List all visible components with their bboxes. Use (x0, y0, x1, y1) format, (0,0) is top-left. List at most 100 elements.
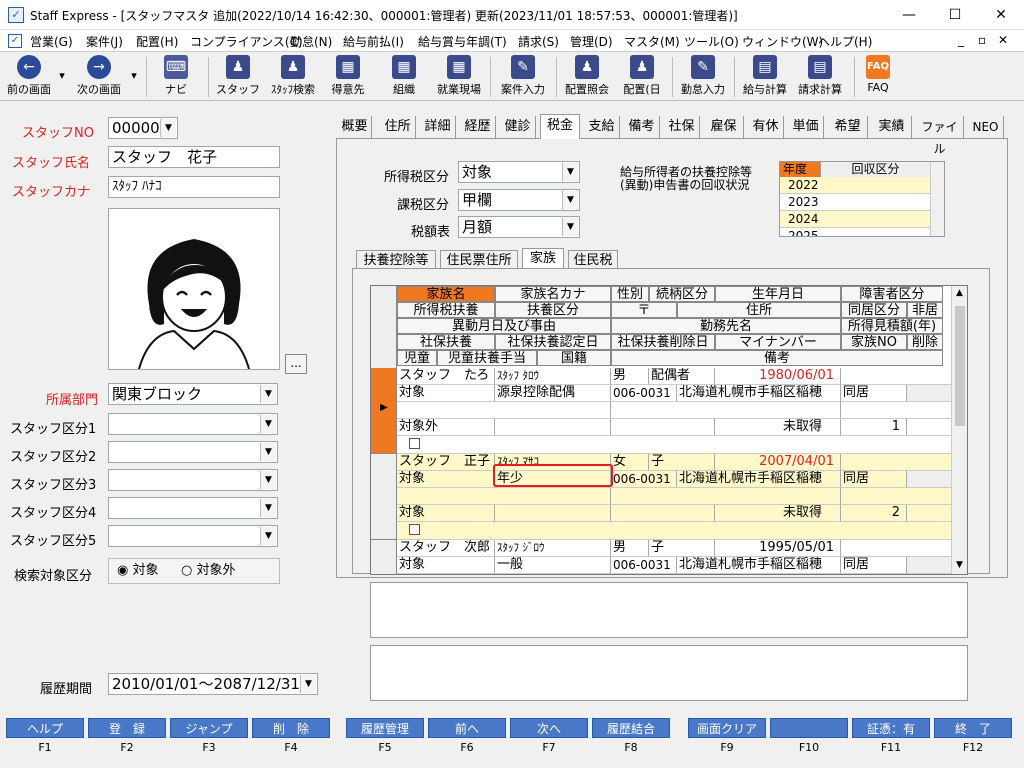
photo-browse-button[interactable]: ... (285, 354, 307, 374)
menu-sales[interactable]: 営業(G) (30, 33, 73, 50)
tab-overview[interactable]: 概要 (338, 116, 372, 138)
next-dropdown[interactable]: ▾ (128, 69, 140, 113)
family-record-1[interactable]: スタッフ たろ ｽﾀｯﾌ ﾀﾛｳ 男 配偶者 1980/06/01 対象 源泉控… (397, 368, 967, 454)
child-checkbox[interactable] (409, 438, 420, 449)
f5-history-button[interactable]: 履歴管理 (346, 718, 424, 738)
tab-career[interactable]: 経歴 (460, 116, 496, 138)
f8-merge-history-button[interactable]: 履歴結合 (592, 718, 670, 738)
faq-button[interactable]: FAQ FAQ (860, 55, 896, 99)
subtab-deduction[interactable]: 扶養控除等 (356, 250, 436, 270)
scrollbar-thumb[interactable] (955, 306, 965, 426)
salary-calc-button[interactable]: ▤ 給与計算 (740, 55, 790, 99)
radio-exclude[interactable]: ○ 対象外 (181, 559, 236, 583)
minimize-button[interactable]: — (886, 0, 932, 30)
menu-help[interactable]: ヘルプ(H) (818, 33, 872, 50)
chevron-down-icon[interactable]: ▼ (160, 119, 176, 137)
tab-file[interactable]: ファイル (916, 116, 964, 156)
child-checkbox[interactable] (409, 524, 420, 535)
tab-employment-insurance[interactable]: 雇保 (704, 116, 744, 138)
maximize-button[interactable]: ☐ (932, 0, 978, 30)
chevron-down-icon[interactable]: ▼ (260, 527, 276, 545)
mdi-close-button[interactable]: ✕ (998, 33, 1008, 47)
next-screen-button[interactable]: → 次の画面 (72, 55, 126, 99)
org-button[interactable]: ▦ 組織 (384, 55, 424, 99)
billing-calc-button[interactable]: ▤ 請求計算 (794, 55, 846, 99)
f4-delete-button[interactable]: 削 除 (252, 718, 330, 738)
placement-day-button[interactable]: ♟ 配置(日 (618, 55, 666, 99)
collection-scrollbar[interactable] (930, 162, 944, 236)
chevron-down-icon[interactable]: ▼ (562, 163, 578, 181)
income-tax-combo[interactable]: 対象 ▼ (458, 161, 580, 183)
mdi-minimize-button[interactable]: _ (958, 33, 964, 47)
remarks-box-1[interactable] (370, 582, 968, 638)
chevron-down-icon[interactable]: ▼ (260, 499, 276, 517)
attendance-input-button[interactable]: ✎ 勤怠入力 (678, 55, 728, 99)
history-period-combo[interactable]: 2010/01/01～2087/12/31 ▼ (108, 673, 318, 695)
f6-prev-button[interactable]: 前へ (428, 718, 506, 738)
tab-payment[interactable]: 支給 (584, 116, 620, 138)
prev-screen-button[interactable]: ← 前の画面 (4, 55, 54, 99)
tab-paid-leave[interactable]: 有休 (748, 116, 784, 138)
year-row[interactable]: 2023 (780, 194, 930, 211)
subtab-family[interactable]: 家族 (522, 248, 564, 270)
scroll-up-icon[interactable]: ▲ (956, 288, 963, 298)
child-window-icon[interactable]: ✓ (8, 34, 22, 48)
f1-help-button[interactable]: ヘルプ (6, 718, 84, 738)
chevron-down-icon[interactable]: ▼ (260, 415, 276, 433)
menu-compliance[interactable]: コンプライアンス(C) (190, 33, 303, 50)
staff-button[interactable]: ♟ スタッフ (216, 55, 260, 99)
f12-exit-button[interactable]: 終 了 (934, 718, 1012, 738)
radio-target[interactable]: ◉ 対象 (117, 559, 159, 583)
staff-cat2-combo[interactable]: ▼ (108, 441, 278, 463)
staff-name-field[interactable]: スタッフ 花子 (108, 146, 280, 168)
chevron-down-icon[interactable]: ▼ (562, 218, 578, 236)
scroll-down-icon[interactable]: ▼ (956, 560, 963, 570)
menu-window[interactable]: ウィンドウ(W) (742, 33, 823, 50)
family-record-2[interactable]: スタッフ 正子 ｽﾀｯﾌ ﾏｻｺ 女 子 2007/04/01 対象 年少 00… (397, 454, 967, 540)
menu-placement[interactable]: 配置(H) (136, 33, 178, 50)
collection-status-grid[interactable]: 年度 回収区分 2022 2023 2024 2025 (779, 161, 945, 237)
tab-results[interactable]: 実績 (872, 116, 912, 138)
subtab-resident-tax[interactable]: 住民税 (568, 250, 618, 270)
tab-health[interactable]: 健診 (500, 116, 536, 138)
close-button[interactable]: ✕ (978, 0, 1024, 30)
tab-notes[interactable]: 備考 (624, 116, 660, 138)
row-selector[interactable] (371, 454, 397, 540)
tab-detail[interactable]: 詳細 (420, 116, 456, 138)
tab-neo[interactable]: NEO (968, 116, 1004, 138)
client-button[interactable]: ▦ 得意先 (326, 55, 370, 99)
placement-inquiry-button[interactable]: ♟ 配置照会 (562, 55, 612, 99)
chevron-down-icon[interactable]: ▼ (260, 471, 276, 489)
menu-salary[interactable]: 給与賞与年調(T) (418, 33, 507, 50)
staff-cat3-combo[interactable]: ▼ (108, 469, 278, 491)
site-button[interactable]: ▦ 就業現場 (434, 55, 484, 99)
chevron-down-icon[interactable]: ▼ (260, 443, 276, 461)
menu-jobs[interactable]: 案件(J) (86, 33, 123, 50)
f11-evidence-button[interactable]: 証憑：有 (852, 718, 930, 738)
family-grid[interactable]: 家族名 家族名カナ 性別 続柄区分 生年月日 障害者区分 所得税扶養 扶養区分 … (370, 285, 968, 575)
navi-button[interactable]: ⌨ ナビ (156, 55, 196, 99)
family-record-3[interactable]: スタッフ 次郎 ｽﾀｯﾌ ｼﾞﾛｳ 男 子 1995/05/01 対象 一般 0… (397, 540, 967, 574)
staff-cat1-combo[interactable]: ▼ (108, 413, 278, 435)
menu-master[interactable]: マスタ(M) (624, 33, 680, 50)
menu-tools[interactable]: ツール(O) (684, 33, 739, 50)
tab-social-insurance[interactable]: 社保 (664, 116, 700, 138)
row-selector-current[interactable]: ▶ (371, 368, 397, 454)
staff-kana-field[interactable]: ｽﾀｯﾌ ﾊﾅｺ (108, 176, 280, 198)
menu-attendance[interactable]: 勤怠(N) (290, 33, 332, 50)
family-grid-scrollbar[interactable]: ▲ ▼ (951, 286, 967, 574)
menu-billing[interactable]: 請求(S) (518, 33, 559, 50)
staff-cat4-combo[interactable]: ▼ (108, 497, 278, 519)
f10-button[interactable] (770, 718, 848, 738)
tab-tax[interactable]: 税金 (540, 114, 580, 139)
tax-class-combo[interactable]: 甲欄 ▼ (458, 189, 580, 211)
chevron-down-icon[interactable]: ▼ (562, 191, 578, 209)
menu-prepay[interactable]: 給与前払(I) (343, 33, 404, 50)
f7-next-button[interactable]: 次へ (510, 718, 588, 738)
tab-wish[interactable]: 希望 (828, 116, 868, 138)
menu-admin[interactable]: 管理(D) (570, 33, 613, 50)
dept-combo[interactable]: 関東ブロック ▼ (108, 383, 278, 405)
chevron-down-icon[interactable]: ▼ (300, 675, 316, 693)
staff-cat5-combo[interactable]: ▼ (108, 525, 278, 547)
f3-jump-button[interactable]: ジャンプ (170, 718, 248, 738)
